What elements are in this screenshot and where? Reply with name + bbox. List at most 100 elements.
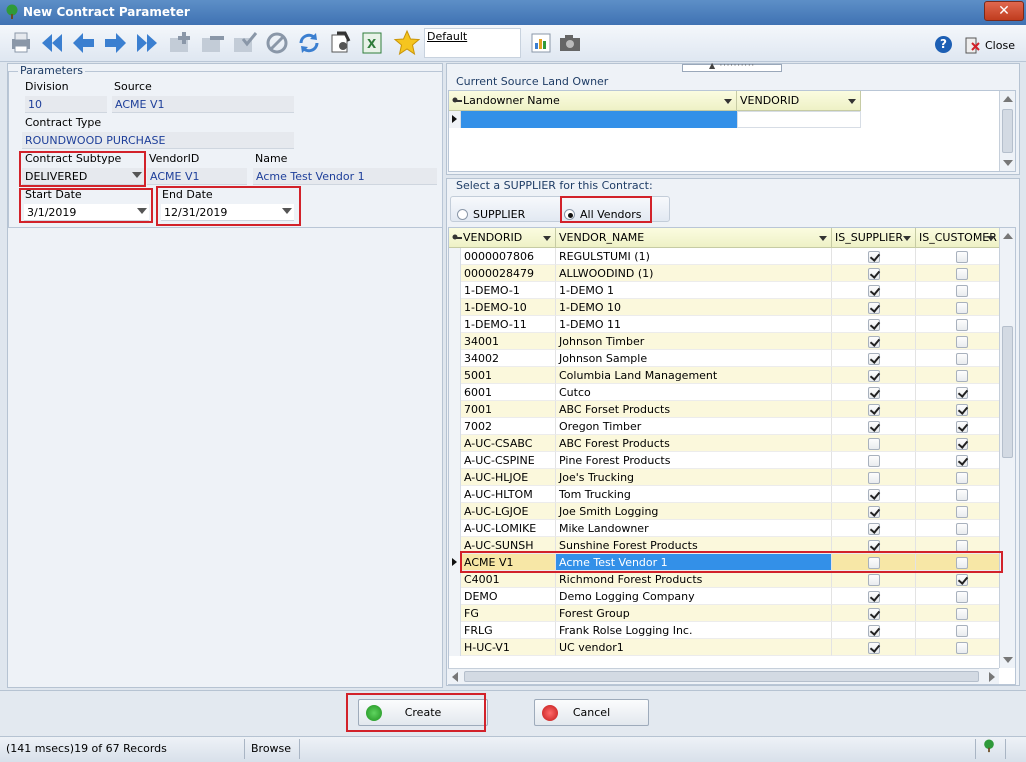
chevron-down-icon[interactable] xyxy=(132,172,142,178)
vendorid-cell[interactable]: A-UC-HLTOM xyxy=(461,486,556,503)
excel-export-icon[interactable]: X xyxy=(357,28,387,58)
is-customer-checkbox[interactable] xyxy=(956,336,968,348)
is-supplier-checkbox[interactable] xyxy=(868,540,880,552)
vendor-name-cell[interactable]: Joe Smith Logging xyxy=(556,503,832,520)
default-label[interactable]: Default xyxy=(427,30,467,43)
table-row[interactable]: A-UC-HLJOE Joe's Trucking xyxy=(449,469,1000,486)
refresh-icon[interactable] xyxy=(294,28,324,58)
sort-arrow-icon[interactable] xyxy=(819,236,827,241)
table-row[interactable]: A-UC-LOMIKE Mike Landowner xyxy=(449,520,1000,537)
scroll-up-icon[interactable] xyxy=(1003,96,1013,102)
vendorid-cell[interactable]: 5001 xyxy=(461,367,556,384)
is-customer-checkbox[interactable] xyxy=(956,540,968,552)
is-customer-checkbox[interactable] xyxy=(956,489,968,501)
table-row[interactable]: 1-DEMO-11 1-DEMO 11 xyxy=(449,316,1000,333)
is-supplier-checkbox[interactable] xyxy=(868,285,880,297)
add-record-icon[interactable] xyxy=(166,28,196,58)
vendor-grid-hscrollbar[interactable] xyxy=(448,668,999,684)
table-row[interactable]: DEMO Demo Logging Company xyxy=(449,588,1000,605)
is-supplier-checkbox[interactable] xyxy=(868,489,880,501)
next-record-icon[interactable] xyxy=(100,28,130,58)
division-field[interactable]: 10 xyxy=(25,96,107,113)
table-row[interactable]: 0000007806 REGULSTUMI (1) xyxy=(449,248,1000,265)
is-customer-checkbox[interactable] xyxy=(956,642,968,654)
is-customer-header[interactable]: IS_CUSTOMER xyxy=(916,228,1000,248)
table-row[interactable]: 5001 Columbia Land Management xyxy=(449,367,1000,384)
vendor-name-cell[interactable]: Joe's Trucking xyxy=(556,469,832,486)
vendor-name-cell[interactable]: Richmond Forest Products xyxy=(556,571,832,588)
post-record-icon[interactable] xyxy=(230,28,260,58)
table-row[interactable]: 0000028479 ALLWOODIND (1) xyxy=(449,265,1000,282)
vendorid-cell[interactable]: 1-DEMO-10 xyxy=(461,299,556,316)
vendorid-cell[interactable]: 0000007806 xyxy=(461,248,556,265)
vendorid-cell[interactable]: A-UC-CSPINE xyxy=(461,452,556,469)
is-supplier-checkbox[interactable] xyxy=(868,336,880,348)
vendor-name-cell[interactable]: ALLWOODIND (1) xyxy=(556,265,832,282)
is-supplier-checkbox[interactable] xyxy=(868,506,880,518)
is-supplier-checkbox[interactable] xyxy=(868,387,880,399)
is-customer-checkbox[interactable] xyxy=(956,353,968,365)
table-row[interactable]: A-UC-CSPINE Pine Forest Products xyxy=(449,452,1000,469)
vendorid-cell[interactable]: FRLG xyxy=(461,622,556,639)
is-supplier-checkbox[interactable] xyxy=(868,557,880,569)
table-row[interactable]: FRLG Frank Rolse Logging Inc. xyxy=(449,622,1000,639)
vendorid-cell[interactable]: 7002 xyxy=(461,418,556,435)
is-customer-checkbox[interactable] xyxy=(956,455,968,467)
is-customer-checkbox[interactable] xyxy=(956,557,968,569)
vendorid-cell[interactable]: 0000028479 xyxy=(461,265,556,282)
all-vendors-radio[interactable]: All Vendors xyxy=(564,208,642,221)
vendorid-header[interactable]: VENDORID xyxy=(449,228,556,248)
scroll-thumb[interactable] xyxy=(1002,326,1013,458)
scroll-up-icon[interactable] xyxy=(1003,233,1013,239)
is-customer-checkbox[interactable] xyxy=(956,625,968,637)
vendor-name-cell[interactable]: Demo Logging Company xyxy=(556,588,832,605)
is-supplier-checkbox[interactable] xyxy=(868,642,880,654)
vendor-name-cell[interactable]: Mike Landowner xyxy=(556,520,832,537)
report-icon[interactable] xyxy=(526,28,556,58)
cancel-button[interactable]: Cancel xyxy=(534,699,649,726)
vendor-name-header[interactable]: VENDOR_NAME xyxy=(556,228,832,248)
table-row[interactable]: A-UC-LGJOE Joe Smith Logging xyxy=(449,503,1000,520)
is-supplier-checkbox[interactable] xyxy=(868,625,880,637)
is-customer-checkbox[interactable] xyxy=(956,251,968,263)
is-customer-checkbox[interactable] xyxy=(956,472,968,484)
vendor-name-cell[interactable]: Oregon Timber xyxy=(556,418,832,435)
table-row[interactable]: 1-DEMO-1 1-DEMO 1 xyxy=(449,282,1000,299)
hscroll-thumb[interactable] xyxy=(464,671,979,682)
vendor-name-cell[interactable]: REGULSTUMI (1) xyxy=(556,248,832,265)
is-customer-checkbox[interactable] xyxy=(956,523,968,535)
vendorid-cell[interactable]: FG xyxy=(461,605,556,622)
vendor-name-cell[interactable]: Columbia Land Management xyxy=(556,367,832,384)
cancel-edit-icon[interactable] xyxy=(262,28,292,58)
help-button[interactable]: ? xyxy=(935,36,952,53)
contract-type-field[interactable]: ROUNDWOOD PURCHASE xyxy=(22,132,294,149)
sort-arrow-icon[interactable] xyxy=(543,236,551,241)
scroll-left-icon[interactable] xyxy=(452,672,458,682)
is-supplier-checkbox[interactable] xyxy=(868,370,880,382)
supplier-radio[interactable]: SUPPLIER xyxy=(457,208,525,221)
is-supplier-checkbox[interactable] xyxy=(868,472,880,484)
vendorid-cell[interactable]: 34001 xyxy=(461,333,556,350)
vendor-name-cell[interactable]: ABC Forset Products xyxy=(556,401,832,418)
vendorid-cell[interactable]: A-UC-HLJOE xyxy=(461,469,556,486)
vendorid-cell[interactable]: C4001 xyxy=(461,571,556,588)
camera-icon[interactable] xyxy=(555,28,585,58)
sort-arrow-icon[interactable] xyxy=(903,236,911,241)
vendorid-cell[interactable]: 1-DEMO-11 xyxy=(461,316,556,333)
contract-subtype-select[interactable]: DELIVERED xyxy=(22,168,144,185)
table-row[interactable]: FG Forest Group xyxy=(449,605,1000,622)
radio-dot[interactable] xyxy=(457,209,468,220)
table-row[interactable]: H-UC-V1 UC vendor1 xyxy=(449,639,1000,656)
vendorid-cell[interactable]: 34002 xyxy=(461,350,556,367)
table-row[interactable]: 34001 Johnson Timber xyxy=(449,333,1000,350)
first-record-icon[interactable] xyxy=(37,28,67,58)
vendor-name-cell[interactable]: Pine Forest Products xyxy=(556,452,832,469)
vendor-name-cell[interactable]: Johnson Timber xyxy=(556,333,832,350)
is-customer-checkbox[interactable] xyxy=(956,319,968,331)
is-supplier-checkbox[interactable] xyxy=(868,268,880,280)
is-customer-checkbox[interactable] xyxy=(956,591,968,603)
close-button[interactable]: Close xyxy=(964,36,1015,54)
vendorid-cell[interactable]: H-UC-V1 xyxy=(461,639,556,656)
default-layout-link[interactable]: Default xyxy=(424,28,521,58)
print-icon[interactable] xyxy=(6,28,36,58)
